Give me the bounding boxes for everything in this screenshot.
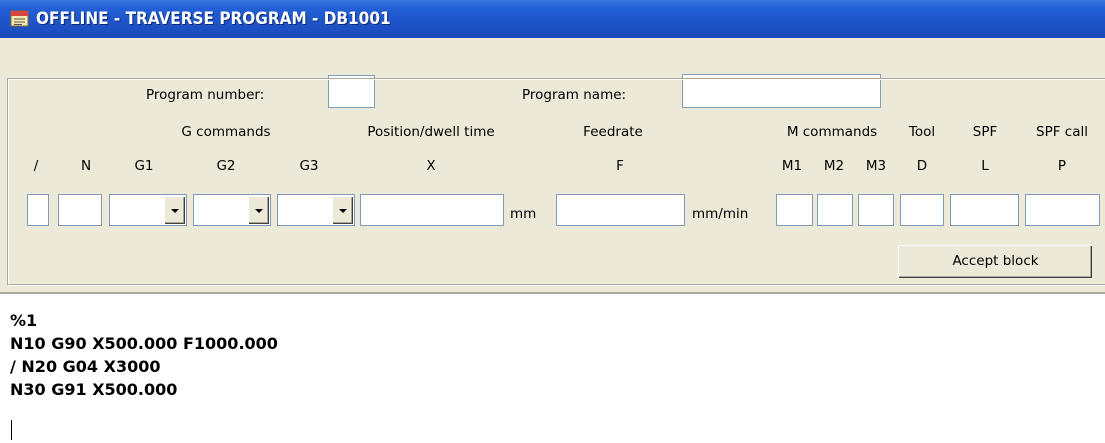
spf-l-input[interactable] bbox=[950, 194, 1019, 226]
accept-block-button[interactable]: Accept block bbox=[898, 245, 1092, 278]
m1-input[interactable] bbox=[776, 194, 813, 226]
program-line: N10 G90 X500.000 F1000.000 bbox=[10, 334, 278, 353]
tool-heading: Tool bbox=[908, 124, 936, 140]
m2-input[interactable] bbox=[817, 194, 853, 226]
program-line: N30 G91 X500.000 bbox=[10, 380, 178, 399]
program-editor[interactable] bbox=[0, 294, 1105, 443]
x-unit-label: mm bbox=[510, 206, 537, 222]
spf-call-p-input[interactable] bbox=[1025, 194, 1100, 226]
g2-column-label: G2 bbox=[216, 158, 236, 174]
feedrate-heading: Feedrate bbox=[583, 124, 643, 140]
g3-select[interactable] bbox=[277, 194, 355, 226]
m3-column-label: M3 bbox=[865, 158, 887, 174]
g1-select[interactable] bbox=[109, 194, 187, 226]
p-column-label: P bbox=[1057, 158, 1067, 174]
n-column-label: N bbox=[80, 158, 92, 174]
program-line: %1 bbox=[10, 311, 38, 330]
g2-select[interactable] bbox=[193, 194, 271, 226]
position-dwell-heading: Position/dwell time bbox=[367, 124, 495, 140]
text-caret bbox=[11, 420, 12, 440]
block-number-input[interactable] bbox=[58, 194, 102, 226]
l-column-label: L bbox=[981, 158, 989, 174]
program-line: / N20 G04 X3000 bbox=[10, 357, 161, 376]
title-bar: OFFLINE - TRAVERSE PROGRAM - DB1001 bbox=[0, 0, 1105, 38]
f-unit-label: mm/min bbox=[692, 206, 749, 222]
notepad-app-icon bbox=[10, 10, 29, 27]
m2-column-label: M2 bbox=[823, 158, 845, 174]
feedrate-input[interactable] bbox=[556, 194, 685, 226]
tool-d-input[interactable] bbox=[900, 194, 944, 226]
m3-input[interactable] bbox=[858, 194, 894, 226]
slash-column-label: / bbox=[33, 158, 39, 174]
dropdown-arrow-icon[interactable] bbox=[164, 196, 185, 224]
dropdown-arrow-icon[interactable] bbox=[332, 196, 353, 224]
position-x-input[interactable] bbox=[360, 194, 504, 226]
m1-column-label: M1 bbox=[781, 158, 803, 174]
skip-block-input[interactable] bbox=[27, 194, 49, 226]
g-commands-heading: G commands bbox=[181, 124, 271, 140]
window-title: OFFLINE - TRAVERSE PROGRAM - DB1001 bbox=[36, 9, 391, 29]
spf-call-heading: SPF call bbox=[1036, 124, 1088, 140]
dropdown-arrow-icon[interactable] bbox=[248, 196, 269, 224]
f-column-label: F bbox=[616, 158, 624, 174]
spf-heading: SPF bbox=[972, 124, 998, 140]
d-column-label: D bbox=[916, 158, 928, 174]
x-column-label: X bbox=[426, 158, 436, 174]
g1-column-label: G1 bbox=[134, 158, 154, 174]
m-commands-heading: M commands bbox=[786, 124, 878, 140]
g3-column-label: G3 bbox=[299, 158, 319, 174]
